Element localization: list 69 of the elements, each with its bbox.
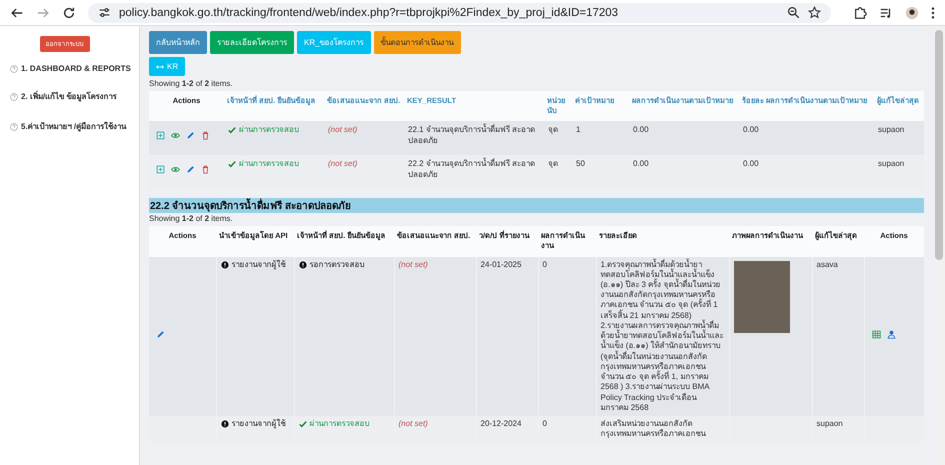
sidebar-item[interactable]: 1. DASHBOARD & REPORTS	[10, 64, 131, 73]
status-text: ผ่านการตรวจสอบ	[239, 125, 299, 136]
check-icon	[228, 126, 236, 134]
plus-square-icon[interactable]	[156, 165, 165, 174]
address-bar[interactable]: policy.bangkok.go.th/tracking/frontend/web/index.php?r=tbprojkpi%2Findex_by_proj_id&ID=17203	[88, 2, 831, 22]
check-icon	[228, 160, 236, 168]
table-cell: 0.00	[629, 155, 739, 190]
plus-square-icon[interactable]	[156, 131, 165, 140]
table-cell: (not set)	[324, 121, 404, 156]
table-cell: 0.00	[629, 121, 739, 156]
table-cell: 0.00	[739, 155, 874, 190]
scrollbar-thumb[interactable]	[935, 30, 943, 260]
table-cell: supaon	[874, 155, 924, 190]
eye-icon[interactable]	[171, 131, 180, 140]
menu-icon[interactable]	[931, 6, 935, 20]
forward-icon[interactable]	[36, 6, 50, 20]
status-text: ผ่านการตรวจสอบ	[310, 419, 370, 430]
pencil-icon[interactable]	[156, 330, 165, 339]
toolbar-button[interactable]: กลับหน้าหลัก	[149, 31, 207, 54]
toolbar-button[interactable]: รายละเอียดโครงการ	[210, 31, 294, 54]
sidebar-item[interactable]: 2. เพิ่ม/แก้ไข ข้อมูลโครงการ	[10, 90, 116, 103]
summary-text: Showing 1-2 of 2 items.	[149, 214, 234, 224]
toolbar-button[interactable]: ขั้นตอนการดำเนินงาน	[374, 31, 461, 54]
summary-text: Showing 1-2 of 2 items.	[149, 79, 234, 88]
status-text: รายงานจากผู้ใช้	[232, 419, 286, 430]
arrows-icon	[156, 64, 164, 70]
table-cell: 22.2 จำนวนจุดบริการน้ำดื่มฟรี สะอาดปลอดภัย	[404, 155, 544, 190]
zoom-icon[interactable]	[787, 6, 800, 19]
reload-icon[interactable]	[62, 6, 76, 20]
table-cell: 0.00	[739, 121, 874, 156]
scrollbar[interactable]	[933, 26, 945, 465]
exclamation-icon	[220, 420, 228, 428]
table-cell: (not set)	[394, 416, 476, 442]
table-cell: 20-12-2024	[476, 416, 538, 442]
trash-icon[interactable]	[201, 165, 210, 174]
check-icon	[298, 420, 306, 428]
puzzle-icon[interactable]	[853, 6, 867, 20]
table-cell: 22.1 จำนวนจุดบริการน้ำดื่มฟรี สะอาดปลอดภัย	[404, 121, 544, 156]
table-cell: จุด	[544, 121, 572, 156]
exclamation-icon	[220, 260, 228, 268]
status-text: ผ่านการตรวจสอบ	[239, 159, 299, 170]
status-text: รอการตรวจสอบ	[310, 260, 364, 270]
table-cell: 1	[572, 121, 629, 156]
table-icon[interactable]	[872, 330, 880, 339]
help-icon	[10, 64, 18, 72]
table-cell: ส่งเสริมหน่วยงานนอกสังกัดกรุงเทพมหานครหรือภาคเอกชน	[596, 416, 729, 442]
exclamation-icon	[298, 260, 306, 268]
eye-icon[interactable]	[171, 165, 180, 174]
pencil-icon[interactable]	[186, 165, 195, 174]
pencil-icon[interactable]	[186, 131, 195, 140]
star-icon[interactable]	[808, 6, 821, 19]
table-cell: จุด	[544, 155, 572, 190]
back-icon[interactable]	[10, 6, 24, 20]
table-cell: 0	[538, 416, 596, 442]
section-heading: 22.2 จำนวนจุดบริการน้ำดื่มฟรี สะอาดปลอดภัย	[149, 198, 924, 214]
table-cell: (not set)	[324, 155, 404, 190]
help-icon	[10, 122, 18, 130]
toolbar-button[interactable]: KR_ของโครงการ	[297, 31, 371, 54]
table-cell: 50	[572, 155, 629, 190]
trash-icon[interactable]	[201, 131, 210, 140]
kr-button[interactable]: KR	[149, 57, 186, 76]
table-cell: supaon	[874, 121, 924, 156]
avatar-icon[interactable]	[905, 6, 919, 20]
status-text: รายงานจากผู้ใช้	[232, 260, 286, 270]
person-icon[interactable]	[886, 330, 896, 339]
help-icon	[10, 92, 18, 100]
sidebar-item[interactable]: 5.ค่าเป้าหมายฯ /คู่มือการใช้งาน	[10, 120, 126, 133]
table-cell: supaon	[812, 416, 864, 442]
media-icon[interactable]	[879, 6, 893, 20]
